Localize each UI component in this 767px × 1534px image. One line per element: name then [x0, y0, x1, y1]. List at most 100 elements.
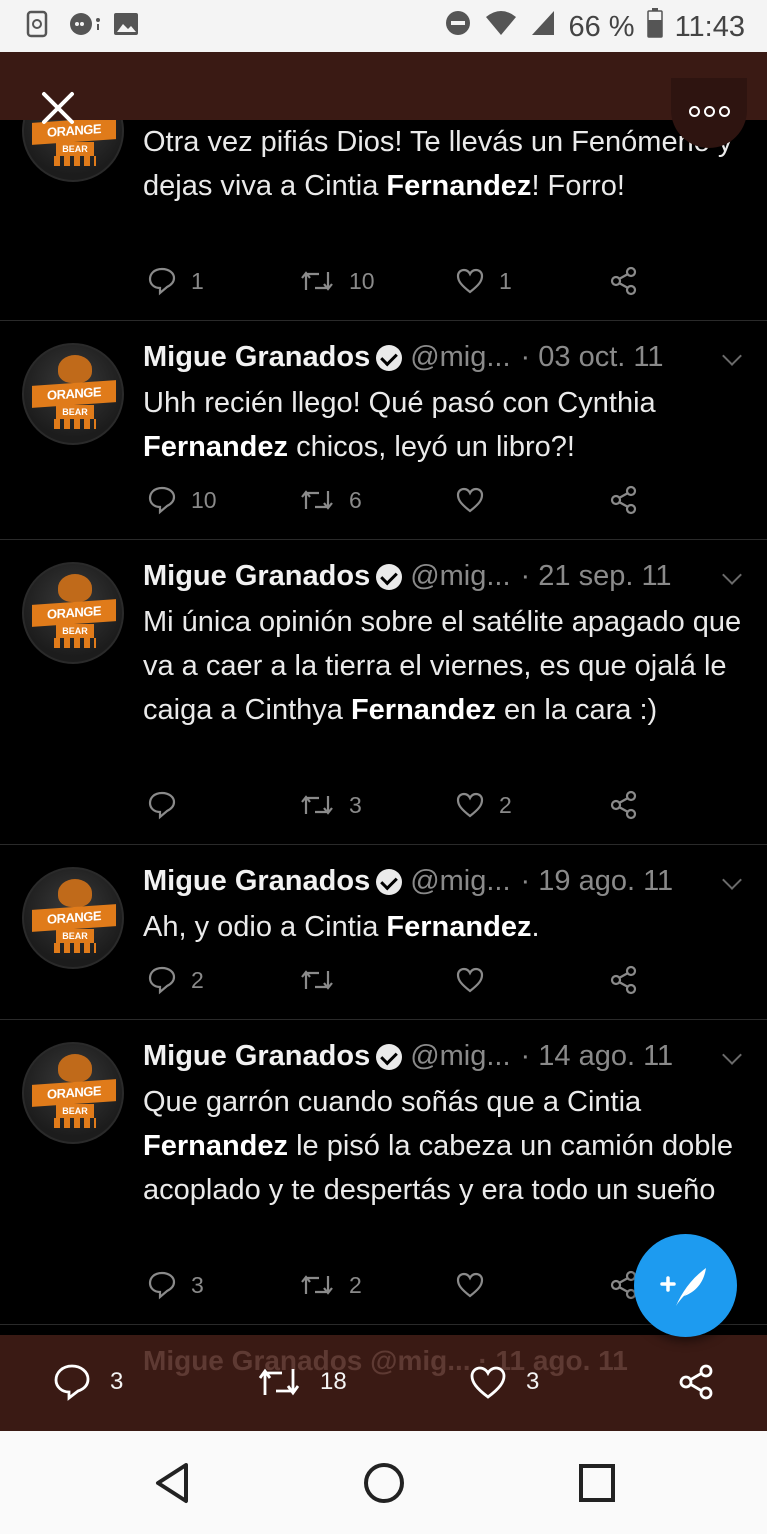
tweet-text: Ah, y odio a Cintia Fernandez.	[143, 905, 753, 949]
reply-count: 10	[191, 486, 217, 513]
avatar-logo-subtext: BEAR	[56, 142, 94, 156]
bear-logo-icon	[58, 879, 92, 907]
retweet-button[interactable]: 6	[299, 485, 362, 515]
chevron-down-icon[interactable]	[722, 1045, 742, 1065]
bear-logo-icon	[58, 1054, 92, 1082]
retweet-button[interactable]: 3	[299, 790, 362, 820]
stats-like-button[interactable]: 3	[468, 1363, 539, 1401]
close-button[interactable]	[38, 88, 78, 128]
tweet-date[interactable]: · 14 ago. 11	[521, 1040, 674, 1073]
author-name[interactable]: Migue Granados	[143, 341, 370, 374]
chevron-down-icon[interactable]	[722, 870, 742, 890]
retweet-button[interactable]: 10	[299, 266, 375, 296]
battery-icon	[646, 8, 663, 46]
stats-retweet-button[interactable]: 18	[256, 1363, 347, 1401]
share-button[interactable]	[609, 790, 639, 820]
retweet-button[interactable]	[299, 965, 349, 995]
tweet-text: Mi única opinión sobre el satélite apaga…	[143, 600, 743, 732]
avatar-logo-text: ORANGE	[46, 603, 102, 622]
author-handle[interactable]: @mig...	[410, 341, 510, 374]
verified-badge-icon	[376, 563, 403, 590]
like-button[interactable]	[455, 1270, 499, 1300]
compose-tweet-button[interactable]	[634, 1234, 737, 1337]
next-tweet-preview: Migue Granados @mig... · 11 ago. 11	[143, 1345, 628, 1376]
reply-button[interactable]	[147, 790, 191, 820]
share-icon	[679, 1364, 713, 1400]
tweet-text-highlight: Fernandez	[350, 694, 496, 726]
tweet-actions: 2	[143, 965, 743, 999]
stats-reply-button[interactable]: 3	[52, 1363, 123, 1401]
avatar[interactable]: ORANGE BEAR	[22, 867, 124, 969]
avatar-logo-decoration	[54, 156, 96, 166]
tweet[interactable]: ORANGE BEAR Migue Granados @mig... · 03 …	[0, 321, 767, 540]
reply-icon	[54, 1364, 90, 1401]
avatar-logo-decoration	[54, 638, 96, 648]
like-button[interactable]: 2	[455, 790, 512, 820]
author-handle[interactable]: @mig...	[410, 1040, 510, 1073]
chevron-down-icon[interactable]	[722, 346, 742, 366]
retweet-icon	[301, 1275, 333, 1295]
author-handle[interactable]: @mig...	[410, 865, 510, 898]
tweet-date[interactable]: · 21 sep. 11	[521, 560, 672, 593]
like-button[interactable]: 1	[455, 266, 512, 296]
avatar[interactable]: ORANGE BEAR	[22, 1042, 124, 1144]
like-button[interactable]	[455, 485, 499, 515]
avatar-logo-text: ORANGE	[46, 384, 102, 403]
tweet-text-highlight: Fernandez	[143, 1130, 289, 1162]
back-button[interactable]	[152, 1461, 192, 1510]
more-options-icon	[687, 104, 732, 122]
tweet[interactable]: ORANGE BEAR Migue Granados @mig... · 19 …	[0, 845, 767, 1020]
avatar[interactable]: ORANGE BEAR	[22, 562, 124, 664]
tweet-text: Que garrón cuando soñás que a Cintia Fer…	[143, 1080, 733, 1212]
heart-icon	[456, 487, 484, 513]
like-count: 1	[499, 267, 512, 294]
retweet-icon	[301, 970, 333, 990]
reply-count: 3	[191, 1271, 204, 1298]
avatar[interactable]: ORANGE BEAR	[22, 120, 124, 182]
author-name[interactable]: Migue Granados	[143, 560, 370, 593]
tweet-text-highlight: Fernandez	[143, 431, 289, 463]
heart-icon	[456, 792, 484, 818]
reply-button[interactable]: 3	[147, 1270, 204, 1300]
retweet-icon	[301, 490, 333, 510]
stats-reply-count: 3	[110, 1368, 124, 1395]
tweet-date[interactable]: · 19 ago. 11	[521, 865, 674, 898]
share-button[interactable]	[609, 266, 639, 296]
author-name[interactable]: Migue Granados	[143, 1040, 370, 1073]
verified-badge-icon	[376, 868, 403, 895]
author-handle[interactable]: @mig...	[410, 560, 510, 593]
avatar-logo-decoration	[54, 1118, 96, 1128]
avatar-logo-decoration	[54, 419, 96, 429]
stats-share-button[interactable]	[676, 1363, 716, 1401]
tweet[interactable]: ORANGE BEAR Migue Granados @mig... · 21 …	[0, 540, 767, 845]
avatar-logo-text: ORANGE	[46, 1083, 102, 1102]
top-bar	[0, 52, 767, 120]
like-button[interactable]	[455, 965, 499, 995]
status-bar: 66 % 11:43	[0, 0, 767, 52]
author-name[interactable]: Migue Granados	[143, 865, 370, 898]
compose-tweet-icon	[660, 1268, 706, 1306]
retweet-button[interactable]: 2	[299, 1270, 362, 1300]
heart-icon	[456, 268, 484, 294]
tweet-actions: 3 2	[143, 790, 743, 824]
verified-badge-icon	[376, 344, 403, 371]
home-button[interactable]	[362, 1461, 406, 1510]
reply-button[interactable]: 10	[147, 485, 217, 515]
tweet-header: Migue Granados @mig... · 19 ago. 11	[143, 865, 673, 898]
share-button[interactable]	[609, 485, 639, 515]
reply-button[interactable]: 1	[147, 266, 204, 296]
battery-label: 66 %	[568, 10, 635, 43]
tweet-text-part: Uhh recién llego! Qué pasó con Cynthia	[143, 387, 656, 419]
retweet-count: 10	[349, 267, 375, 294]
tweet-date[interactable]: · 03 oct. 11	[521, 341, 664, 374]
recents-button[interactable]	[578, 1461, 616, 1510]
tweet[interactable]: ORANGE BEAR Otra vez pifiás Dios! Te lle…	[0, 120, 767, 321]
share-button[interactable]	[609, 965, 639, 995]
reply-button[interactable]: 2	[147, 965, 204, 995]
chevron-down-icon[interactable]	[722, 565, 742, 585]
avatar[interactable]: ORANGE BEAR	[22, 343, 124, 445]
avatar-logo-subtext: BEAR	[56, 1104, 94, 1118]
tweet-text-part: .	[531, 911, 540, 943]
bear-logo-icon	[58, 574, 92, 602]
share-icon	[610, 485, 637, 515]
